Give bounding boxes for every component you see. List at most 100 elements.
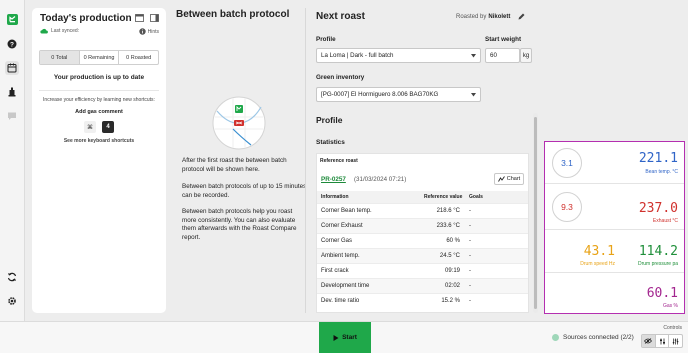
- drum-pressure-value: 114.2: [638, 244, 678, 259]
- row-info: Ambient temp.: [321, 253, 360, 259]
- production-icon[interactable]: [5, 61, 19, 75]
- col-reference-value: Reference value: [424, 194, 463, 200]
- last-synced: Last synced:: [40, 28, 79, 34]
- chart-button-label: Chart: [506, 176, 521, 182]
- row-value: 233.6 °C: [436, 223, 460, 229]
- production-status: Your production is up to date: [53, 74, 145, 81]
- shortcut-title: Add gas comment: [75, 109, 123, 115]
- table-header: Information Reference value Goals: [317, 191, 528, 203]
- scrollbar-thumb[interactable]: [534, 117, 537, 309]
- between-batch-title: Between batch protocol: [176, 9, 290, 20]
- profile-select[interactable]: La Loma | Dark - full batch: [316, 48, 481, 63]
- gas-value: 60.1: [646, 286, 678, 301]
- col-information: Information: [321, 194, 349, 200]
- sources-status: Sources connected (2/2): [552, 334, 634, 341]
- row-value: 24.5 °C: [439, 253, 460, 259]
- row-value: 02:02: [444, 283, 460, 289]
- svg-text:?: ?: [10, 41, 14, 48]
- chat-icon[interactable]: [5, 109, 19, 123]
- drum-row: 43.1 Drum speed Hz 114.2 Drum pressure p…: [545, 230, 684, 273]
- more-shortcuts-link[interactable]: See more keyboard shortcuts: [32, 138, 166, 144]
- drum-pressure-label: Drum pressure pa: [637, 261, 678, 267]
- sources-label: Sources connected (2/2): [563, 334, 634, 341]
- scrollbar[interactable]: [533, 113, 538, 313]
- cloud-check-icon: [40, 28, 48, 34]
- row-goal: -: [469, 268, 471, 274]
- help-icon[interactable]: ?: [5, 37, 19, 51]
- exhaust-row: 9.3 237.0 Exhaust °C: [545, 184, 684, 230]
- tab-total[interactable]: 0 Total: [40, 51, 80, 64]
- roasted-by-label: Roasted by: [456, 13, 487, 20]
- edit-icon[interactable]: [517, 12, 526, 21]
- chevron-down-icon: [471, 93, 476, 97]
- tab-remaining[interactable]: 0 Remaining: [80, 51, 120, 64]
- drum-speed-value: 43.1: [583, 244, 615, 259]
- window-icon[interactable]: [135, 14, 144, 22]
- bean-ror-gauge: 3.1: [552, 148, 582, 178]
- weight-unit: kg: [520, 48, 532, 63]
- row-goal: -: [469, 223, 471, 229]
- start-label: Start: [342, 334, 357, 341]
- shortcut-keys: ⌘ 4: [32, 121, 166, 133]
- row-value: 15.2 %: [441, 298, 460, 304]
- start-weight-input[interactable]: 60: [485, 48, 520, 63]
- logo-icon[interactable]: [5, 12, 19, 26]
- status-dot-icon: [552, 334, 559, 341]
- hints-toggle[interactable]: Hints: [138, 28, 159, 35]
- gas-row: 60.1 Gas %: [545, 273, 684, 313]
- production-panel: Today's production Last synced: Hints 0 …: [32, 8, 166, 313]
- play-icon: [333, 334, 339, 341]
- green-inventory-label: Green inventory: [316, 74, 365, 81]
- settings-icon[interactable]: [5, 294, 19, 308]
- column-divider: [305, 8, 306, 313]
- cmd-key: ⌘: [84, 121, 96, 133]
- table-row: First crack 09:19 -: [317, 263, 528, 278]
- row-info: Development time: [321, 283, 370, 289]
- row-goal: -: [469, 253, 471, 259]
- start-weight-label: Start weight: [485, 36, 522, 43]
- last-synced-label: Last synced:: [51, 28, 80, 34]
- row-value: 60 %: [446, 238, 460, 244]
- row-goal: -: [469, 208, 471, 214]
- bean-temp-label: Bean temp. °C: [645, 169, 678, 175]
- sliders-icon[interactable]: [656, 335, 670, 347]
- table-row: Corner Bean temp. 218.6 °C -: [317, 203, 528, 218]
- start-weight-value: 60: [490, 52, 497, 59]
- chart-button[interactable]: Chart: [494, 173, 524, 185]
- sliders-alt-icon[interactable]: [669, 335, 682, 347]
- start-button[interactable]: Start: [319, 322, 371, 353]
- row-info: Corner Gas: [321, 238, 353, 244]
- row-info: Dev. time ratio: [321, 298, 360, 304]
- chart-icon: [497, 176, 505, 182]
- bean-temp-value: 221.1: [638, 151, 678, 166]
- roaster-icon[interactable]: [5, 85, 19, 99]
- four-key: 4: [102, 121, 114, 133]
- table-row: Ambient temp. 24.5 °C -: [317, 248, 528, 263]
- tab-roasted[interactable]: 0 Roasted: [119, 51, 158, 64]
- roaster-name: Nikolett: [488, 13, 511, 20]
- info-icon: [138, 28, 146, 35]
- sync-icon[interactable]: [5, 270, 19, 284]
- table-row: Development time 02:02 -: [317, 278, 528, 293]
- row-value: 218.6 °C: [436, 208, 460, 214]
- left-sidebar: ?: [0, 0, 25, 353]
- row-goal: -: [469, 298, 471, 304]
- exhaust-label: Exhaust °C: [652, 218, 678, 224]
- table-row: Corner Exhaust 233.6 °C -: [317, 218, 528, 233]
- roasted-by: Roasted by Nikolett: [456, 12, 526, 21]
- row-goal: -: [469, 283, 471, 289]
- eye-off-icon[interactable]: [642, 335, 656, 347]
- green-inventory-select[interactable]: [PG-0007] El Hormiguero 8.006 BAG70KG: [316, 87, 481, 102]
- drum-speed-label: Drum speed Hz: [580, 261, 615, 267]
- table-row: Dev. time ratio 15.2 % -: [317, 293, 528, 308]
- hints-label: Hints: [147, 28, 159, 35]
- controls-group: [641, 334, 683, 348]
- between-batch-text-3: Between batch protocols help you roast m…: [182, 208, 297, 241]
- reference-roast-link[interactable]: PR-0257: [321, 176, 346, 183]
- panel-icon[interactable]: [150, 14, 159, 22]
- shortcut-tip: Increase your efficiency by learning new…: [43, 97, 155, 103]
- chevron-down-icon: [471, 54, 476, 58]
- production-tabs: 0 Total 0 Remaining 0 Roasted: [39, 50, 159, 65]
- row-info: Corner Bean temp.: [321, 208, 372, 214]
- between-batch-panel: Between batch protocol After the first r…: [172, 8, 306, 313]
